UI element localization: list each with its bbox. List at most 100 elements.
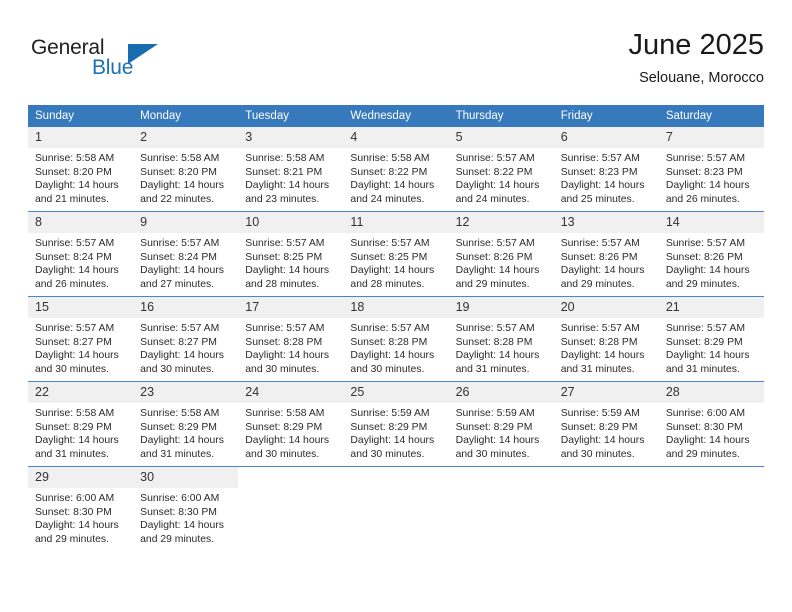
weekday-header-monday: Monday — [133, 105, 239, 127]
calendar-day-cell[interactable]: 27 Sunrise: 5:59 AM Sunset: 8:29 PM Dayligh… — [553, 381, 659, 467]
daylight-text-line2: and 22 minutes. — [140, 193, 215, 205]
day-details: Sunrise: 5:57 AM Sunset: 8:29 PM Daylight:… — [659, 318, 764, 376]
daylight-text-line1: Daylight: 14 hours — [245, 265, 330, 276]
day-details: Sunrise: 5:57 AM Sunset: 8:27 PM Daylight:… — [133, 318, 238, 376]
daylight-text-line1: Daylight: 14 hours — [455, 265, 540, 276]
day-number: 16 — [133, 297, 239, 318]
calendar-day-cell[interactable]: 1 Sunrise: 5:58 AM Sunset: 8:20 PM Daylight… — [28, 127, 134, 212]
sunrise-text: Sunrise: 5:58 AM — [245, 153, 325, 164]
calendar-day-cell[interactable]: 8 Sunrise: 5:57 AM Sunset: 8:24 PM Daylight… — [28, 211, 134, 297]
general-blue-logo[interactable]: General Blue — [31, 36, 171, 86]
page-title: June 2025 — [628, 29, 764, 61]
daylight-text-line1: Daylight: 14 hours — [560, 350, 645, 361]
daylight-text-line1: Daylight: 14 hours — [350, 180, 435, 191]
page-subtitle-location: Selouane, Morocco — [639, 70, 764, 86]
calendar-day-cell-empty — [658, 466, 764, 551]
day-details: Sunrise: 5:57 AM Sunset: 8:28 PM Daylight:… — [343, 318, 448, 376]
sunrise-text: Sunrise: 5:57 AM — [140, 323, 220, 334]
daylight-text-line2: and 30 minutes. — [455, 448, 530, 460]
daylight-text-line2: and 30 minutes. — [140, 363, 215, 375]
calendar-day-cell[interactable]: 9 Sunrise: 5:57 AM Sunset: 8:24 PM Daylight… — [133, 211, 239, 297]
day-number: 21 — [658, 297, 764, 318]
calendar-day-cell[interactable]: 11 Sunrise: 5:57 AM Sunset: 8:25 PM Dayligh… — [343, 211, 449, 297]
calendar-day-cell[interactable]: 5 Sunrise: 5:57 AM Sunset: 8:22 PM Daylight… — [448, 127, 554, 212]
day-details: Sunrise: 5:58 AM Sunset: 8:22 PM Daylight:… — [343, 148, 448, 206]
day-details: Sunrise: 5:57 AM Sunset: 8:27 PM Daylight:… — [28, 318, 133, 376]
day-details: Sunrise: 5:57 AM Sunset: 8:25 PM Daylight:… — [343, 233, 448, 291]
sunset-text: Sunset: 8:28 PM — [455, 336, 533, 348]
calendar-day-cell[interactable]: 6 Sunrise: 5:57 AM Sunset: 8:23 PM Daylight… — [553, 127, 659, 212]
daylight-text-line2: and 30 minutes. — [350, 448, 425, 460]
daylight-text-line2: and 27 minutes. — [140, 278, 215, 290]
sunrise-text: Sunrise: 6:00 AM — [140, 493, 220, 504]
day-details: Sunrise: 5:57 AM Sunset: 8:23 PM Daylight:… — [659, 148, 764, 206]
sunset-text: Sunset: 8:24 PM — [140, 251, 217, 263]
calendar-day-cell-empty — [553, 466, 659, 551]
calendar-day-cell-empty — [238, 466, 344, 551]
calendar-day-cell[interactable]: 12 Sunrise: 5:57 AM Sunset: 8:26 PM Dayligh… — [448, 211, 554, 297]
calendar-day-cell[interactable]: 17 Sunrise: 5:57 AM Sunset: 8:28 PM Dayligh… — [238, 296, 344, 382]
daylight-text-line1: Daylight: 14 hours — [245, 435, 330, 446]
calendar-day-cell[interactable]: 24 Sunrise: 5:58 AM Sunset: 8:29 PM Dayligh… — [238, 381, 344, 467]
calendar-day-cell[interactable]: 30 Sunrise: 6:00 AM Sunset: 8:30 PM Dayligh… — [133, 466, 239, 551]
daylight-text-line1: Daylight: 14 hours — [35, 265, 119, 276]
calendar-day-cell[interactable]: 28 Sunrise: 6:00 AM Sunset: 8:30 PM Dayligh… — [658, 381, 764, 467]
sunrise-text: Sunrise: 5:57 AM — [35, 323, 115, 334]
sunrise-text: Sunrise: 5:57 AM — [245, 238, 325, 249]
calendar-day-cell[interactable]: 10 Sunrise: 5:57 AM Sunset: 8:25 PM Dayligh… — [238, 211, 344, 297]
sunrise-text: Sunrise: 5:59 AM — [455, 408, 535, 419]
calendar-day-cell-empty — [448, 466, 554, 551]
calendar-day-cell[interactable]: 23 Sunrise: 5:58 AM Sunset: 8:29 PM Dayligh… — [133, 381, 239, 467]
sunset-text: Sunset: 8:29 PM — [665, 336, 743, 348]
calendar-day-cell[interactable]: 16 Sunrise: 5:57 AM Sunset: 8:27 PM Dayligh… — [133, 296, 239, 382]
day-number — [238, 467, 343, 488]
sunset-text: Sunset: 8:22 PM — [455, 166, 533, 178]
daylight-text-line1: Daylight: 14 hours — [140, 180, 224, 191]
daylight-text-line1: Daylight: 14 hours — [560, 435, 645, 446]
day-details: Sunrise: 5:57 AM Sunset: 8:28 PM Daylight:… — [554, 318, 659, 376]
calendar-day-cell[interactable]: 18 Sunrise: 5:57 AM Sunset: 8:28 PM Dayligh… — [343, 296, 449, 382]
day-number: 10 — [238, 212, 344, 233]
day-number: 7 — [658, 127, 764, 148]
day-details: Sunrise: 5:57 AM Sunset: 8:26 PM Daylight:… — [449, 233, 554, 291]
daylight-text-line1: Daylight: 14 hours — [560, 265, 645, 276]
daylight-text-line1: Daylight: 14 hours — [665, 350, 750, 361]
calendar-day-cell[interactable]: 14 Sunrise: 5:57 AM Sunset: 8:26 PM Dayligh… — [658, 211, 764, 297]
calendar-day-cell[interactable]: 7 Sunrise: 5:57 AM Sunset: 8:23 PM Daylight… — [658, 127, 764, 212]
daylight-text-line2: and 26 minutes. — [35, 278, 109, 290]
day-details: Sunrise: 5:57 AM Sunset: 8:23 PM Daylight:… — [554, 148, 659, 206]
day-number: 30 — [133, 467, 239, 488]
sunset-text: Sunset: 8:29 PM — [560, 421, 638, 433]
daylight-text-line1: Daylight: 14 hours — [350, 350, 435, 361]
calendar-day-cell[interactable]: 4 Sunrise: 5:58 AM Sunset: 8:22 PM Daylight… — [343, 127, 449, 212]
calendar-day-cell[interactable]: 22 Sunrise: 5:58 AM Sunset: 8:29 PM Dayligh… — [28, 381, 134, 467]
sunset-text: Sunset: 8:29 PM — [140, 421, 217, 433]
sunrise-text: Sunrise: 5:58 AM — [245, 408, 325, 419]
daylight-text-line1: Daylight: 14 hours — [665, 180, 750, 191]
calendar-day-cell[interactable]: 15 Sunrise: 5:57 AM Sunset: 8:27 PM Dayligh… — [28, 296, 134, 382]
calendar-body: 1 Sunrise: 5:58 AM Sunset: 8:20 PM Daylight… — [28, 127, 764, 551]
daylight-text-line2: and 31 minutes. — [665, 363, 740, 375]
calendar-day-cell[interactable]: 3 Sunrise: 5:58 AM Sunset: 8:21 PM Daylight… — [238, 127, 344, 212]
calendar-day-cell[interactable]: 25 Sunrise: 5:59 AM Sunset: 8:29 PM Dayligh… — [343, 381, 449, 467]
daylight-text-line1: Daylight: 14 hours — [665, 265, 750, 276]
calendar-week-row: 8 Sunrise: 5:57 AM Sunset: 8:24 PM Daylight… — [28, 211, 764, 297]
calendar-day-cell[interactable]: 29 Sunrise: 6:00 AM Sunset: 8:30 PM Dayligh… — [28, 466, 134, 551]
sunrise-text: Sunrise: 5:57 AM — [560, 153, 640, 164]
day-number: 19 — [448, 297, 554, 318]
daylight-text-line2: and 30 minutes. — [560, 448, 635, 460]
calendar-week-row: 22 Sunrise: 5:58 AM Sunset: 8:29 PM Dayligh… — [28, 381, 764, 467]
day-number: 24 — [238, 382, 344, 403]
calendar-day-cell[interactable]: 26 Sunrise: 5:59 AM Sunset: 8:29 PM Dayligh… — [448, 381, 554, 467]
calendar-day-cell[interactable]: 13 Sunrise: 5:57 AM Sunset: 8:26 PM Dayligh… — [553, 211, 659, 297]
sunset-text: Sunset: 8:21 PM — [245, 166, 323, 178]
day-number: 2 — [133, 127, 239, 148]
calendar-day-cell[interactable]: 21 Sunrise: 5:57 AM Sunset: 8:29 PM Dayligh… — [658, 296, 764, 382]
calendar-day-cell[interactable]: 2 Sunrise: 5:58 AM Sunset: 8:20 PM Daylight… — [133, 127, 239, 212]
calendar-day-cell[interactable]: 20 Sunrise: 5:57 AM Sunset: 8:28 PM Dayligh… — [553, 296, 659, 382]
calendar-day-cell[interactable]: 19 Sunrise: 5:57 AM Sunset: 8:28 PM Dayligh… — [448, 296, 554, 382]
sunset-text: Sunset: 8:30 PM — [665, 421, 743, 433]
day-number: 18 — [343, 297, 449, 318]
day-details: Sunrise: 5:57 AM Sunset: 8:24 PM Daylight:… — [28, 233, 133, 291]
sunset-text: Sunset: 8:28 PM — [350, 336, 428, 348]
